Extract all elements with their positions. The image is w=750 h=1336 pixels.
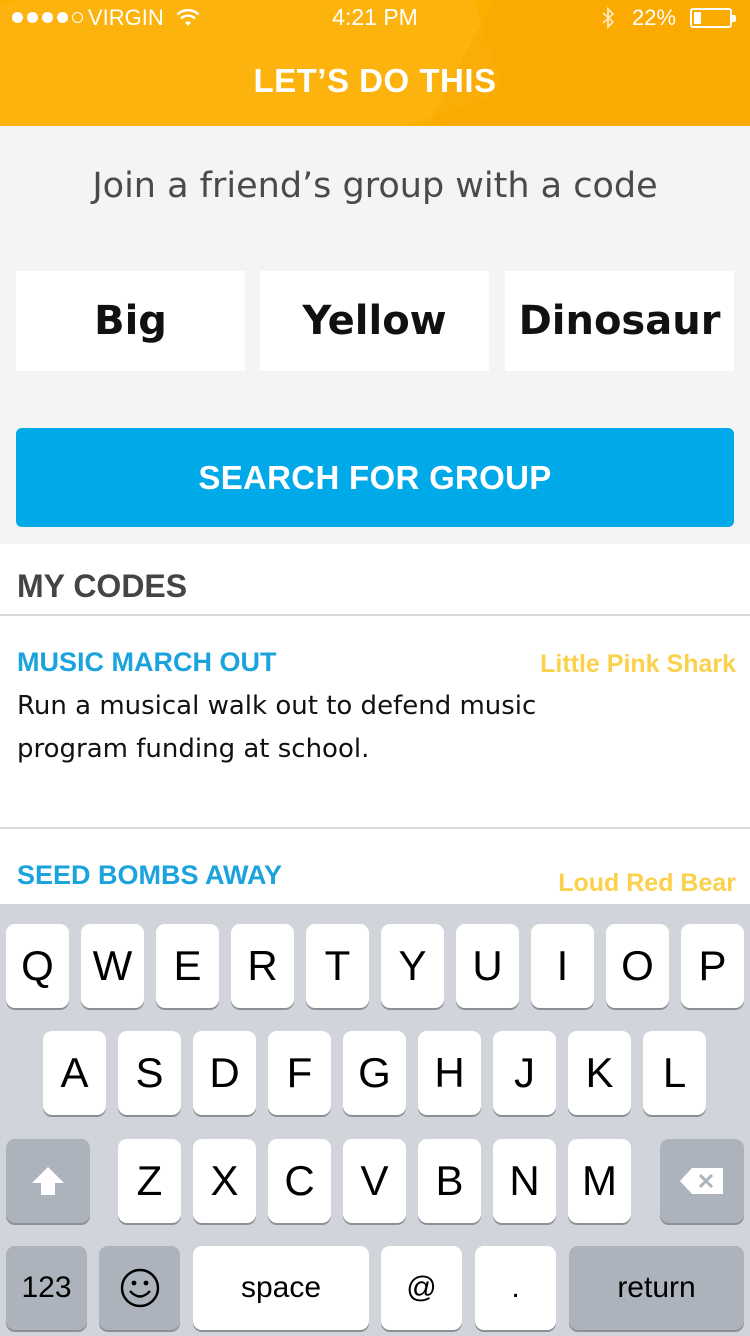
battery-icon: [690, 8, 736, 28]
emoji-key[interactable]: [99, 1246, 180, 1330]
key-h[interactable]: H: [418, 1031, 481, 1115]
search-for-group-button[interactable]: SEARCH FOR GROUP: [16, 428, 734, 527]
code-item-code: Little Pink Shark: [540, 650, 736, 678]
status-bar: VIRGIN 4:21 PM 22%: [0, 0, 750, 36]
key-e[interactable]: E: [156, 924, 219, 1008]
divider: [0, 614, 750, 616]
key-v[interactable]: V: [343, 1139, 406, 1223]
key-j[interactable]: J: [493, 1031, 556, 1115]
key-d[interactable]: D: [193, 1031, 256, 1115]
battery-percentage: 22%: [632, 5, 677, 30]
key-y[interactable]: Y: [381, 924, 444, 1008]
key-c[interactable]: C: [268, 1139, 331, 1223]
my-codes-section: MY CODES MUSIC MARCH OUT Little Pink Sha…: [0, 544, 750, 904]
shift-key[interactable]: [6, 1139, 90, 1223]
key-f[interactable]: F: [268, 1031, 331, 1115]
numbers-key[interactable]: 123: [6, 1246, 87, 1330]
section-heading: MY CODES: [17, 568, 188, 604]
key-a[interactable]: A: [43, 1031, 106, 1115]
key-n[interactable]: N: [493, 1139, 556, 1223]
bluetooth-icon: [600, 6, 616, 36]
header-bar: VIRGIN 4:21 PM 22% LET’S DO THIS: [0, 0, 750, 126]
at-key[interactable]: @: [381, 1246, 462, 1330]
code-word-2-field[interactable]: Yellow: [260, 271, 489, 371]
key-i[interactable]: I: [531, 924, 594, 1008]
key-b[interactable]: B: [418, 1139, 481, 1223]
key-x[interactable]: X: [193, 1139, 256, 1223]
space-key[interactable]: space: [193, 1246, 369, 1330]
divider: [0, 827, 750, 829]
key-r[interactable]: R: [231, 924, 294, 1008]
key-u[interactable]: U: [456, 924, 519, 1008]
key-w[interactable]: W: [81, 924, 144, 1008]
key-q[interactable]: Q: [6, 924, 69, 1008]
keyboard: Q W E R T Y U I O P A S D F G H J K L Z X C V B N M 123 space @. retu…: [0, 904, 750, 1336]
period-key[interactable]: .: [475, 1246, 556, 1330]
key-m[interactable]: M: [568, 1139, 631, 1223]
code-word-1-field[interactable]: Big: [16, 271, 245, 371]
key-s[interactable]: S: [118, 1031, 181, 1115]
emoji-icon: [120, 1268, 159, 1308]
key-l[interactable]: L: [643, 1031, 706, 1115]
join-prompt: Join a friend’s group with a code: [92, 166, 658, 206]
key-p[interactable]: P: [681, 924, 744, 1008]
shift-icon: [32, 1167, 64, 1195]
backspace-icon: [680, 1168, 723, 1194]
code-item-description: program funding at school.: [17, 734, 370, 764]
key-z[interactable]: Z: [118, 1139, 181, 1223]
code-item-code: Loud Red Bear: [558, 869, 736, 897]
code-item-title: MUSIC MARCH OUT: [17, 647, 277, 677]
key-k[interactable]: K: [568, 1031, 631, 1115]
code-item-description: Run a musical walk out to defend music: [17, 691, 537, 721]
key-t[interactable]: T: [306, 924, 369, 1008]
key-o[interactable]: O: [606, 924, 669, 1008]
return-key[interactable]: return: [569, 1246, 744, 1330]
code-item-title: SEED BOMBS AWAY: [17, 860, 283, 890]
key-g[interactable]: G: [343, 1031, 406, 1115]
delete-key[interactable]: [660, 1139, 744, 1223]
page-title: LET’S DO THIS: [253, 62, 497, 99]
code-word-3-field[interactable]: Dinosaur: [505, 271, 734, 371]
